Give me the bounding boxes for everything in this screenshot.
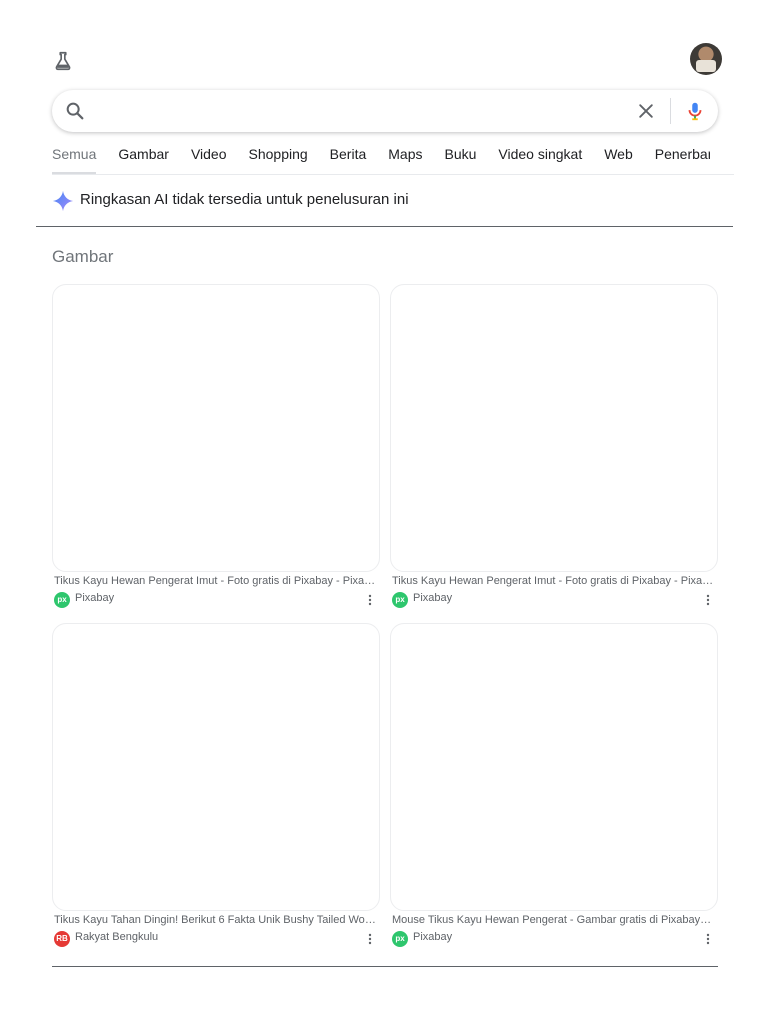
search-box (52, 90, 718, 132)
image-source-name[interactable]: Pixabay (413, 931, 452, 943)
image-thumbnail[interactable] (390, 284, 718, 572)
search-divider (670, 98, 671, 124)
microphone-icon[interactable] (684, 100, 706, 122)
pixabay-favicon-icon: px (392, 592, 408, 608)
account-avatar[interactable] (690, 43, 722, 75)
image-source-name[interactable]: Pixabay (75, 592, 114, 604)
more-options-icon[interactable] (364, 932, 376, 946)
tab-semua[interactable]: Semua (52, 142, 97, 174)
tab-web[interactable]: Web (604, 142, 633, 174)
image-source-row: RB Rakyat Bengkulu (54, 930, 380, 947)
pixabay-favicon-icon: px (54, 592, 70, 608)
images-section-title: Gambar (52, 247, 114, 266)
image-caption[interactable]: Tikus Kayu Hewan Pengerat Imut - Foto gr… (392, 575, 714, 587)
image-thumbnail[interactable] (52, 284, 380, 572)
tab-video[interactable]: Video (191, 142, 227, 174)
section-divider (52, 966, 718, 967)
avatar-figure (696, 60, 716, 72)
image-caption[interactable]: Tikus Kayu Hewan Pengerat Imut - Foto gr… (54, 575, 376, 587)
search-icon[interactable] (64, 100, 86, 122)
pixabay-favicon-icon: px (392, 931, 408, 947)
image-result-card[interactable]: Tikus Kayu Hewan Pengerat Imut - Foto gr… (52, 284, 380, 608)
tab-shopping[interactable]: Shopping (249, 142, 308, 174)
more-options-icon[interactable] (364, 593, 376, 607)
image-source-row: px Pixabay (392, 591, 718, 608)
top-bar (0, 0, 768, 90)
ai-overview-text: Ringkasan AI tidak tersedia untuk penelu… (80, 191, 409, 208)
more-options-icon[interactable] (702, 932, 714, 946)
tab-video-singkat[interactable]: Video singkat (498, 142, 582, 174)
image-result-card[interactable]: Mouse Tikus Kayu Hewan Pengerat - Gambar… (390, 623, 718, 947)
gemini-sparkle-icon (52, 190, 74, 212)
image-result-card[interactable]: Tikus Kayu Hewan Pengerat Imut - Foto gr… (390, 284, 718, 608)
image-result-card[interactable]: Tikus Kayu Tahan Dingin! Berikut 6 Fakta… (52, 623, 380, 947)
search-tabs: Semua Gambar Video Shopping Berita Maps Buku Vi… (52, 142, 710, 176)
image-source-row: px Pixabay (392, 930, 718, 947)
image-caption[interactable]: Mouse Tikus Kayu Hewan Pengerat - Gambar… (392, 914, 714, 926)
image-thumbnail[interactable] (390, 623, 718, 911)
tab-berita[interactable]: Berita (330, 142, 367, 174)
tab-maps[interactable]: Maps (388, 142, 422, 174)
image-source-name[interactable]: Pixabay (413, 592, 452, 604)
tab-buku[interactable]: Buku (444, 142, 476, 174)
tabs-divider (52, 174, 734, 175)
image-source-row: px Pixabay (54, 591, 380, 608)
more-options-icon[interactable] (702, 593, 714, 607)
clear-search-icon[interactable] (636, 101, 656, 121)
labs-flask-icon[interactable] (52, 50, 74, 72)
rakyat-bengkulu-favicon-icon: RB (54, 931, 70, 947)
search-input[interactable] (98, 99, 618, 123)
image-thumbnail[interactable] (52, 623, 380, 911)
ai-overview-notice: Ringkasan AI tidak tersedia untuk penelu… (36, 176, 733, 227)
tab-gambar[interactable]: Gambar (118, 142, 169, 174)
image-caption[interactable]: Tikus Kayu Tahan Dingin! Berikut 6 Fakta… (54, 914, 376, 926)
tab-penerbangan[interactable]: Penerbangan (655, 142, 710, 174)
image-source-name[interactable]: Rakyat Bengkulu (75, 931, 158, 943)
